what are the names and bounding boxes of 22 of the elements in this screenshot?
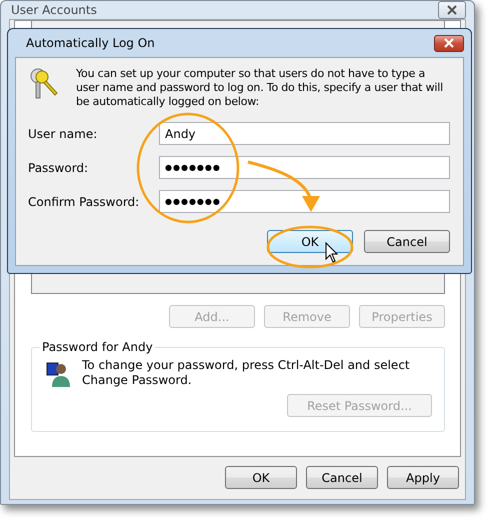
dialog-message: You can set up your computer so that users do not have to type a user name and password to log on. To do this, specify a user that will be automatically logged on below: bbox=[76, 67, 444, 109]
password-field[interactable]: ●●●●●●● bbox=[159, 156, 450, 179]
password-field[interactable]: ●●●●●●● bbox=[159, 190, 450, 213]
window-title: User Accounts bbox=[10, 3, 97, 17]
keys-icon bbox=[28, 67, 60, 101]
field-label: Confirm Password: bbox=[28, 194, 140, 208]
cancel-button[interactable]: Cancel bbox=[364, 230, 450, 253]
field-label: User name: bbox=[28, 126, 98, 140]
close-button[interactable] bbox=[434, 34, 464, 52]
cancel-button[interactable]: Cancel bbox=[306, 466, 378, 489]
group-title: Password for Andy bbox=[41, 340, 154, 354]
field-label: Password: bbox=[28, 160, 90, 174]
close-button[interactable] bbox=[438, 1, 466, 19]
close-icon bbox=[443, 38, 455, 48]
user-name-field[interactable]: Andy bbox=[159, 122, 450, 145]
user-computer-icon bbox=[46, 360, 70, 388]
close-icon bbox=[446, 5, 458, 15]
password-instructions: To change your password, press Ctrl-Alt-Del and select Change Password. bbox=[82, 358, 411, 388]
dialog-title: Automatically Log On bbox=[25, 36, 155, 50]
cursor-icon bbox=[326, 242, 338, 263]
ok-button[interactable]: OK bbox=[225, 466, 297, 489]
apply-button[interactable]: Apply bbox=[387, 466, 459, 489]
